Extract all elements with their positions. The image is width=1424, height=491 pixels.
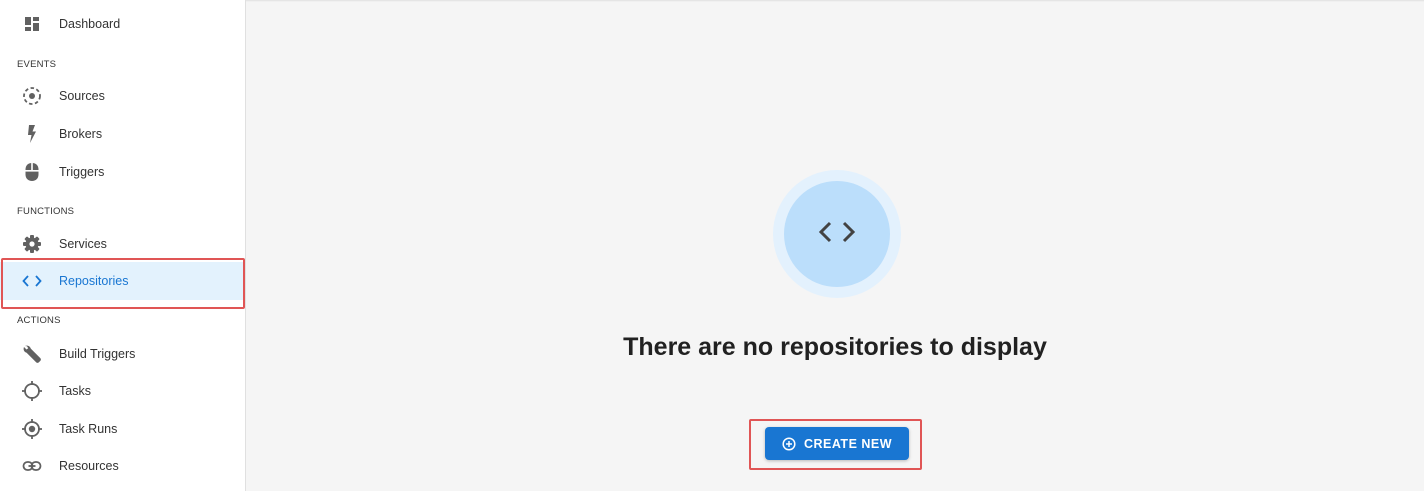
empty-state-icon-circle [784, 181, 890, 287]
create-new-button[interactable]: CREATE NEW [765, 427, 909, 460]
gear-icon [20, 232, 44, 256]
link-icon [20, 454, 44, 478]
section-header-events: EVENTS [17, 59, 57, 70]
target-icon [20, 417, 44, 441]
empty-state-title: There are no repositories to display [623, 333, 1047, 361]
lightning-icon [20, 122, 44, 146]
empty-state-illustration [773, 170, 901, 298]
code-icon [20, 269, 44, 293]
sidebar-item-label: Brokers [59, 127, 103, 141]
sidebar-item-label: Sources [59, 89, 105, 103]
sidebar-item-label: Tasks [59, 384, 91, 398]
sidebar-item-build-triggers[interactable]: Build Triggers [0, 335, 245, 373]
sidebar-item-label: Services [59, 237, 107, 251]
mouse-icon [20, 160, 44, 184]
sidebar-item-sources[interactable]: Sources [0, 77, 245, 115]
sidebar-item-tasks[interactable]: Tasks [0, 372, 245, 410]
sidebar-item-resources[interactable]: Resources [0, 447, 245, 485]
section-header-actions: ACTIONS [17, 315, 61, 326]
sidebar-item-repositories[interactable]: Repositories [0, 262, 245, 300]
sidebar-item-label: Task Runs [59, 422, 118, 436]
dashboard-icon [20, 12, 44, 36]
sidebar-item-services[interactable]: Services [0, 225, 245, 263]
sidebar-item-label: Triggers [59, 165, 105, 179]
crosshair-icon [20, 379, 44, 403]
sidebar-item-label: Build Triggers [59, 347, 136, 361]
sidebar-item-task-runs[interactable]: Task Runs [0, 410, 245, 448]
topbar-divider [246, 0, 1424, 2]
app: Dashboard EVENTS Sources Brokers Trigger… [0, 0, 1424, 491]
sidebar-item-label: Resources [59, 459, 119, 473]
create-new-button-label: CREATE NEW [803, 436, 893, 451]
sidebar-item-dashboard[interactable]: Dashboard [0, 5, 245, 43]
sidebar-item-label: Repositories [59, 274, 129, 288]
sidebar-item-label: Dashboard [59, 17, 121, 31]
sidebar-item-triggers[interactable]: Triggers [0, 153, 245, 191]
section-header-functions: FUNCTIONS [17, 206, 75, 217]
code-icon [817, 219, 857, 250]
main-content: There are no repositories to display CRE… [246, 0, 1424, 491]
sources-icon [20, 84, 44, 108]
sidebar-item-brokers[interactable]: Brokers [0, 115, 245, 153]
wrench-icon [20, 342, 44, 366]
add-circle-icon [782, 436, 796, 451]
sidebar: Dashboard EVENTS Sources Brokers Trigger… [0, 0, 246, 491]
